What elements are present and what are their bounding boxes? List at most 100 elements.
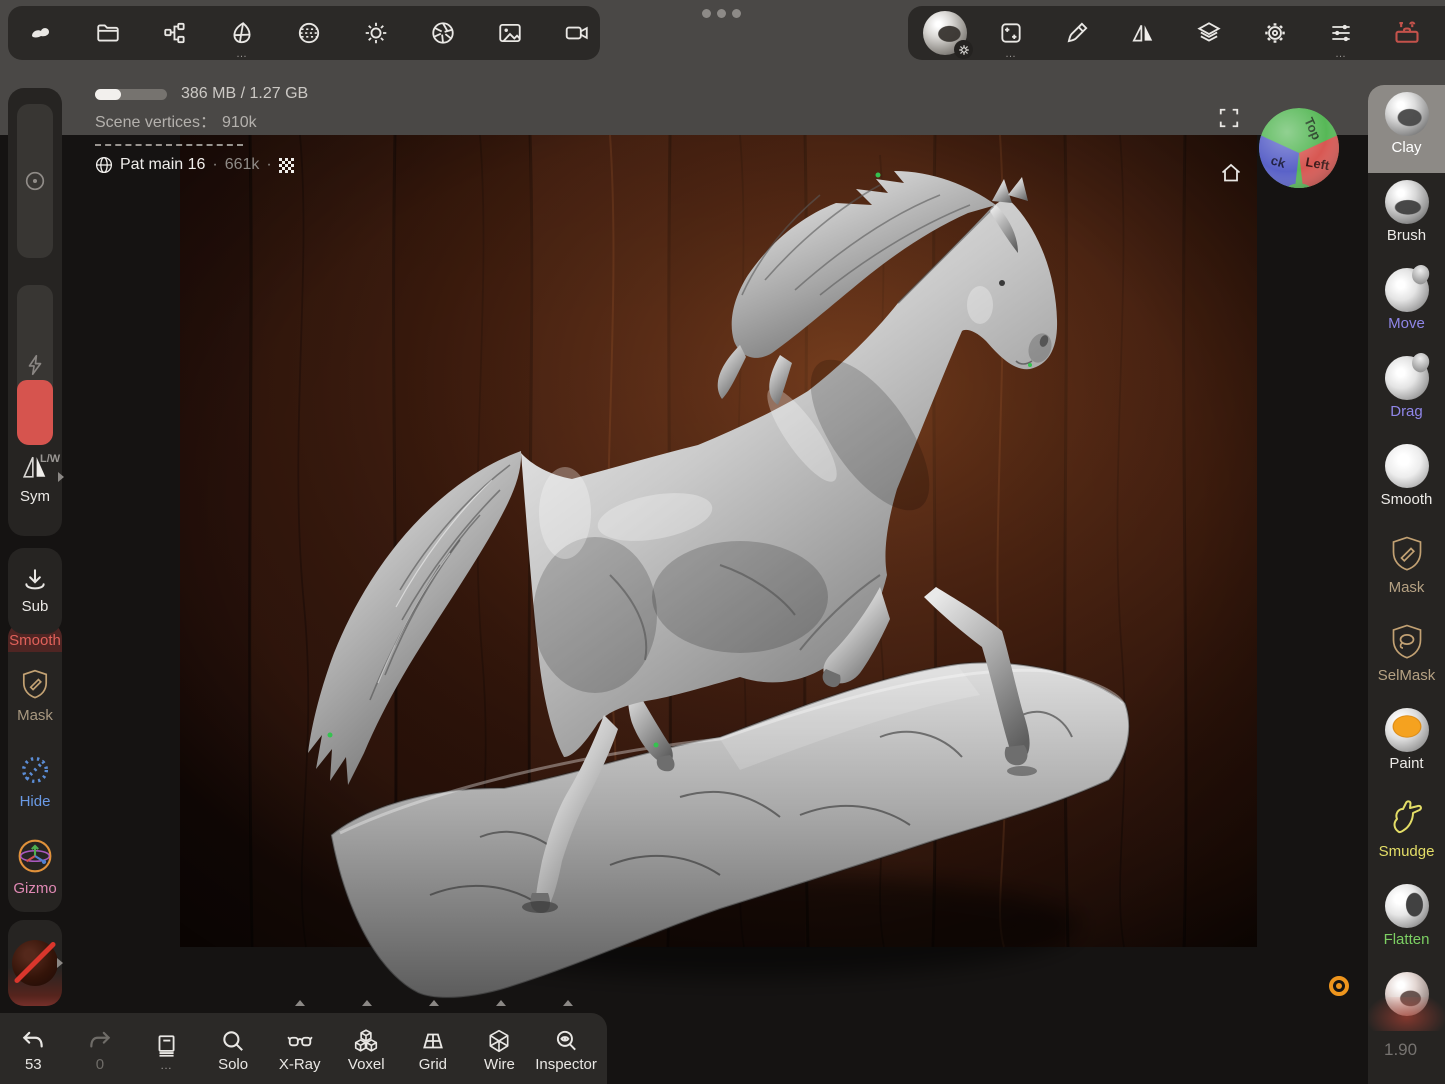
tool-selmask[interactable]: SelMask (1368, 613, 1445, 701)
redo-button[interactable]: 0 (67, 1013, 134, 1084)
brush-sphere-icon (1385, 180, 1429, 224)
topology-button[interactable]: … (222, 9, 262, 57)
topology-more: … (222, 49, 262, 59)
tool-brush[interactable]: Brush (1368, 173, 1445, 261)
material-sphere-icon (923, 11, 967, 55)
material-disabled-slash-icon (13, 941, 56, 984)
symmetry-toggle[interactable]: L/W Sym (8, 454, 62, 505)
mask-tool-button[interactable]: Mask (8, 652, 62, 738)
wire-button[interactable]: Wire (466, 1013, 533, 1084)
background-image-button[interactable] (490, 9, 530, 57)
fullscreen-button[interactable] (1217, 106, 1241, 130)
xray-caret-icon (295, 1000, 305, 1006)
material-button[interactable] (925, 9, 965, 57)
settings-button[interactable] (1255, 9, 1295, 57)
drag-sphere-icon (1385, 356, 1429, 400)
tool-move[interactable]: Move (1368, 261, 1445, 349)
sub-tool-button[interactable]: Sub (8, 548, 62, 634)
files-button[interactable] (88, 9, 128, 57)
memory-bar (95, 89, 167, 100)
camera-icon (564, 20, 590, 46)
paint-brush-icon (1064, 20, 1090, 46)
tool-brush-label: Brush (1387, 227, 1426, 244)
stamps-more: … (991, 49, 1031, 59)
solo-label: Solo (218, 1056, 248, 1073)
memory-row: 386 MB / 1.27 GB (95, 86, 308, 102)
undo-button[interactable]: 53 (0, 1013, 67, 1084)
paint-sphere-icon (1385, 708, 1429, 752)
camera-button[interactable] (557, 9, 597, 57)
tool-smudge[interactable]: Smudge (1368, 789, 1445, 877)
debug-toolbox-button[interactable] (1387, 9, 1427, 57)
left-dock-tools: Smooth Mask Hide Gizmo (8, 622, 62, 912)
hide-tool-button[interactable]: Hide (8, 738, 62, 824)
vertices-value: 910k (222, 114, 257, 131)
flatten-sphere-icon (1385, 884, 1429, 928)
inspector-caret-icon (563, 1000, 573, 1006)
history-button[interactable]: … (133, 1013, 200, 1084)
interface-sliders-button[interactable]: … (1321, 9, 1361, 57)
smudge-finger-icon (1386, 796, 1428, 840)
tool-flatten-label: Flatten (1384, 931, 1430, 948)
tool-flatten[interactable]: Flatten (1368, 877, 1445, 965)
tool-drag[interactable]: Drag (1368, 349, 1445, 437)
intensity-bolt-icon (23, 353, 47, 377)
voxel-button[interactable]: Voxel (333, 1013, 400, 1084)
layers-icon (1196, 20, 1222, 46)
radius-slider[interactable] (17, 104, 53, 258)
solo-button[interactable]: Solo (200, 1013, 267, 1084)
gizmo-tool-button[interactable]: Gizmo (8, 824, 62, 910)
active-material-slot[interactable] (8, 920, 62, 1006)
post-process-icon (430, 20, 456, 46)
orientation-navball[interactable]: Top ck Left (1257, 106, 1341, 190)
interface-sliders-more: … (1321, 49, 1361, 59)
intensity-slider[interactable] (17, 285, 53, 445)
material-gear-badge (954, 40, 973, 59)
background-image-icon (497, 20, 523, 46)
matcap-button[interactable] (289, 9, 329, 57)
layers-button[interactable] (1189, 9, 1229, 57)
sculpt-viewport[interactable] (180, 135, 1257, 1000)
sub-label: Sub (22, 598, 49, 615)
vertices-row: Scene vertices：910k (95, 108, 308, 132)
post-process-button[interactable] (423, 9, 463, 57)
symmetry-button[interactable] (1123, 9, 1163, 57)
mesh-sep1: · (212, 156, 217, 174)
fullscreen-icon (1218, 107, 1240, 129)
bottom-bar: 53 0 … Solo X-Ray Voxel Grid Wire (0, 1013, 607, 1084)
home-view-button[interactable] (1219, 161, 1243, 185)
tool-drag-label: Drag (1390, 403, 1423, 420)
history-notebook-icon (153, 1033, 179, 1059)
lighting-button[interactable] (356, 9, 396, 57)
tool-partial[interactable] (1368, 965, 1445, 1084)
scene-graph-button[interactable] (155, 9, 195, 57)
lighting-icon (363, 20, 389, 46)
xray-glasses-icon (286, 1028, 314, 1054)
wire-icon (486, 1028, 512, 1054)
debug-toolbox-icon (1393, 19, 1421, 47)
wire-label: Wire (484, 1056, 515, 1073)
xray-button[interactable]: X-Ray (266, 1013, 333, 1084)
sculpt-canvas[interactable] (180, 135, 1257, 1000)
inspector-button[interactable]: Inspector (533, 1013, 600, 1084)
toolbar-right: … … (908, 6, 1445, 60)
mesh-vertex-count: 661k (225, 156, 260, 174)
stamps-button[interactable]: … (991, 9, 1031, 57)
tool-paint[interactable]: Paint (1368, 701, 1445, 789)
paint-mode-button[interactable] (1057, 9, 1097, 57)
history-more: … (160, 1061, 173, 1069)
grid-button[interactable]: Grid (400, 1013, 467, 1084)
mask-shield-icon (19, 667, 51, 701)
mesh-row[interactable]: Pat main 16 · 661k · (95, 156, 308, 174)
wire-caret-icon (496, 1000, 506, 1006)
selmask-shield-icon (1387, 620, 1427, 664)
window-drag-handle[interactable] (702, 9, 741, 18)
matcap-icon (296, 20, 322, 46)
radius-icon (23, 169, 47, 193)
app-logo-button[interactable] (21, 9, 61, 57)
sub-icon (21, 567, 49, 593)
tool-smudge-label: Smudge (1379, 843, 1435, 860)
tool-smooth[interactable]: Smooth (1368, 437, 1445, 525)
tool-mask[interactable]: Mask (1368, 525, 1445, 613)
tool-clay[interactable]: Clay (1368, 85, 1445, 173)
